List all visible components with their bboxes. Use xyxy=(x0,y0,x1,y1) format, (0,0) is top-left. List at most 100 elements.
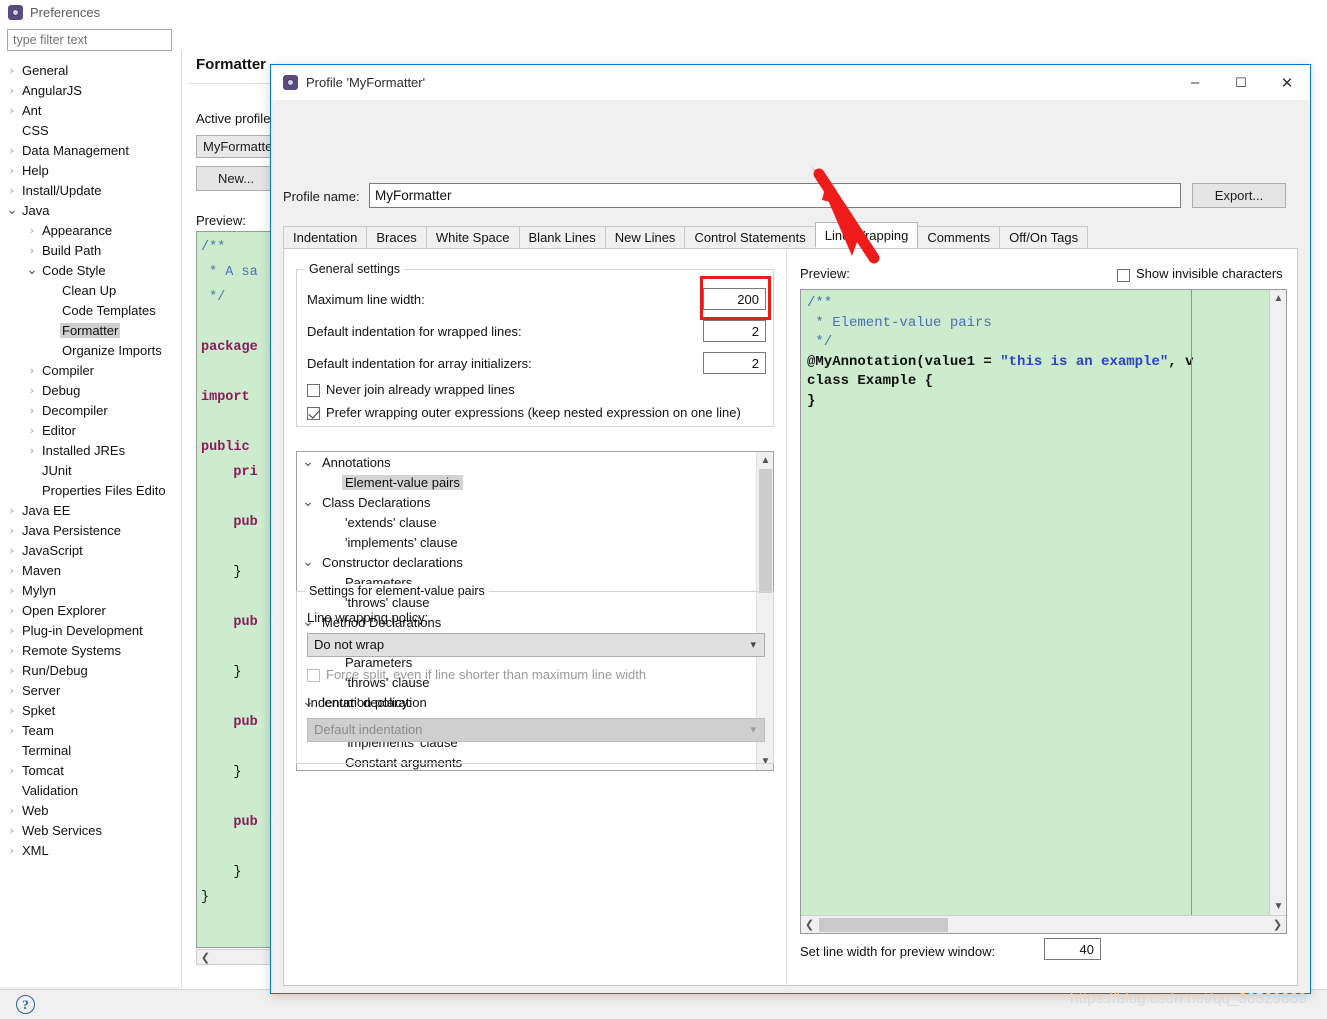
tab-indentation[interactable]: Indentation xyxy=(283,226,368,248)
chevron-right-icon[interactable]: › xyxy=(4,164,20,177)
chevron-down-icon[interactable]: ⌄ xyxy=(297,454,319,470)
preview-vertical-scrollbar[interactable]: ▲ ▼ xyxy=(1269,290,1286,915)
sidebar-item-appearance[interactable]: › Appearance xyxy=(0,220,180,240)
chevron-right-icon[interactable]: › xyxy=(4,624,20,637)
indentation-policy-combo[interactable]: Default indentation ▾ xyxy=(307,718,765,742)
preview-hscroll-thumb[interactable] xyxy=(819,918,948,932)
tab-white-space[interactable]: White Space xyxy=(425,226,520,248)
sidebar-item-xml[interactable]: › XML xyxy=(0,840,180,860)
wrapping-tree-item-class-declarations[interactable]: ⌄ Class Declarations xyxy=(297,492,773,512)
chevron-right-icon[interactable]: › xyxy=(24,444,40,457)
chevron-right-icon[interactable]: › xyxy=(4,104,20,117)
sidebar-item-debug[interactable]: › Debug xyxy=(0,380,180,400)
profile-name-input[interactable] xyxy=(369,183,1181,208)
sidebar-item-tomcat[interactable]: › Tomcat xyxy=(0,760,180,780)
tab-new-lines[interactable]: New Lines xyxy=(604,226,686,248)
sidebar-item-java-persistence[interactable]: › Java Persistence xyxy=(0,520,180,540)
sidebar-item-help[interactable]: › Help xyxy=(0,160,180,180)
scroll-down-icon[interactable]: ▼ xyxy=(1270,898,1286,915)
sidebar-item-maven[interactable]: › Maven xyxy=(0,560,180,580)
scroll-right-icon[interactable]: ❯ xyxy=(1269,916,1286,933)
sidebar-item-java[interactable]: ⌄ Java xyxy=(0,200,180,220)
scroll-up-icon[interactable]: ▲ xyxy=(757,452,773,469)
show-invisible-characters-checkbox[interactable] xyxy=(1117,269,1130,282)
sidebar-item-clean-up[interactable]: Clean Up xyxy=(0,280,180,300)
chevron-right-icon[interactable]: › xyxy=(24,384,40,397)
sidebar-item-compiler[interactable]: › Compiler xyxy=(0,360,180,380)
wrapping-tree-item-annotations[interactable]: ⌄ Annotations xyxy=(297,452,773,472)
never-join-wrapped-checkbox[interactable] xyxy=(307,384,320,397)
wrapping-tree-item-implements-clause[interactable]: 'implements' clause xyxy=(297,532,773,552)
sidebar-item-css[interactable]: CSS xyxy=(0,120,180,140)
sidebar-item-installed-jres[interactable]: › Installed JREs xyxy=(0,440,180,460)
tab-comments[interactable]: Comments xyxy=(917,226,1001,248)
chevron-right-icon[interactable]: › xyxy=(4,684,20,697)
filter-text-input[interactable] xyxy=(7,29,172,51)
chevron-right-icon[interactable]: › xyxy=(24,224,40,237)
chevron-right-icon[interactable]: › xyxy=(4,844,20,857)
chevron-right-icon[interactable]: › xyxy=(4,84,20,97)
chevron-right-icon[interactable]: › xyxy=(4,724,20,737)
chevron-right-icon[interactable]: › xyxy=(4,764,20,777)
chevron-right-icon[interactable]: › xyxy=(4,64,20,77)
scroll-up-icon[interactable]: ▲ xyxy=(1270,290,1286,307)
tab-off-on-tags[interactable]: Off/On Tags xyxy=(999,226,1089,248)
sidebar-item-web-services[interactable]: › Web Services xyxy=(0,820,180,840)
sidebar-item-server[interactable]: › Server xyxy=(0,680,180,700)
wrapping-tree-item-constructor-declarations[interactable]: ⌄ Constructor declarations xyxy=(297,552,773,572)
chevron-right-icon[interactable]: › xyxy=(24,364,40,377)
tab-blank-lines[interactable]: Blank Lines xyxy=(518,226,606,248)
minimize-icon[interactable]: – xyxy=(1172,65,1218,100)
preferences-category-tree[interactable]: › General › AngularJS › Ant CSS › Data Managemen… xyxy=(0,57,180,962)
sidebar-item-web[interactable]: › Web xyxy=(0,800,180,820)
scroll-left-icon[interactable]: ❮ xyxy=(197,949,214,966)
maximize-icon[interactable]: ☐ xyxy=(1218,65,1264,100)
chevron-right-icon[interactable]: › xyxy=(4,704,20,717)
sidebar-item-remote-systems[interactable]: › Remote Systems xyxy=(0,640,180,660)
close-icon[interactable]: ✕ xyxy=(1264,65,1310,100)
wrapping-tree-item-extends-clause[interactable]: 'extends' clause xyxy=(297,512,773,532)
sidebar-item-formatter[interactable]: Formatter xyxy=(0,320,180,340)
chevron-right-icon[interactable]: › xyxy=(4,804,20,817)
sidebar-item-open-explorer[interactable]: › Open Explorer xyxy=(0,600,180,620)
preview-line-width-field[interactable] xyxy=(1044,938,1101,960)
sidebar-item-javascript[interactable]: › JavaScript xyxy=(0,540,180,560)
preview-horizontal-scrollbar[interactable]: ❮ ❯ xyxy=(801,915,1286,933)
prefer-outer-wrapping-checkbox[interactable] xyxy=(307,407,320,420)
array-initializers-indent-field[interactable] xyxy=(703,352,766,374)
chevron-down-icon[interactable]: ⌄ xyxy=(24,262,40,278)
sidebar-item-terminal[interactable]: Terminal xyxy=(0,740,180,760)
tab-control-statements[interactable]: Control Statements xyxy=(684,226,816,248)
chevron-right-icon[interactable]: › xyxy=(24,424,40,437)
tab-braces[interactable]: Braces xyxy=(366,226,427,248)
sidebar-item-decompiler[interactable]: › Decompiler xyxy=(0,400,180,420)
formatter-tabs[interactable]: Indentation Braces White Space Blank Lines N… xyxy=(283,222,1298,248)
chevron-down-icon[interactable]: ⌄ xyxy=(4,202,20,218)
sidebar-item-install-update[interactable]: › Install/Update xyxy=(0,180,180,200)
chevron-right-icon[interactable]: › xyxy=(24,244,40,257)
chevron-right-icon[interactable]: › xyxy=(4,504,20,517)
chevron-down-icon[interactable]: ⌄ xyxy=(297,494,319,510)
sidebar-item-validation[interactable]: Validation xyxy=(0,780,180,800)
chevron-right-icon[interactable]: › xyxy=(4,604,20,617)
chevron-right-icon[interactable]: › xyxy=(4,584,20,597)
sidebar-item-ant[interactable]: › Ant xyxy=(0,100,180,120)
sidebar-item-mylyn[interactable]: › Mylyn xyxy=(0,580,180,600)
new-profile-button[interactable]: New... xyxy=(196,166,276,191)
chevron-down-icon[interactable]: ⌄ xyxy=(297,554,319,570)
chevron-right-icon[interactable]: › xyxy=(4,544,20,557)
export-button[interactable]: Export... xyxy=(1192,183,1286,208)
sidebar-item-spket[interactable]: › Spket xyxy=(0,700,180,720)
sidebar-item-data-management[interactable]: › Data Management xyxy=(0,140,180,160)
sidebar-item-organize-imports[interactable]: Organize Imports xyxy=(0,340,180,360)
chevron-right-icon[interactable]: › xyxy=(4,644,20,657)
chevron-right-icon[interactable]: › xyxy=(4,524,20,537)
wrapped-lines-indent-field[interactable] xyxy=(703,320,766,342)
force-split-checkbox[interactable] xyxy=(307,669,320,682)
sidebar-item-editor[interactable]: › Editor xyxy=(0,420,180,440)
sidebar-item-properties-files-edito[interactable]: Properties Files Edito xyxy=(0,480,180,500)
sidebar-item-build-path[interactable]: › Build Path xyxy=(0,240,180,260)
sidebar-item-plug-in-development[interactable]: › Plug-in Development xyxy=(0,620,180,640)
chevron-right-icon[interactable]: › xyxy=(4,824,20,837)
chevron-right-icon[interactable]: › xyxy=(24,404,40,417)
